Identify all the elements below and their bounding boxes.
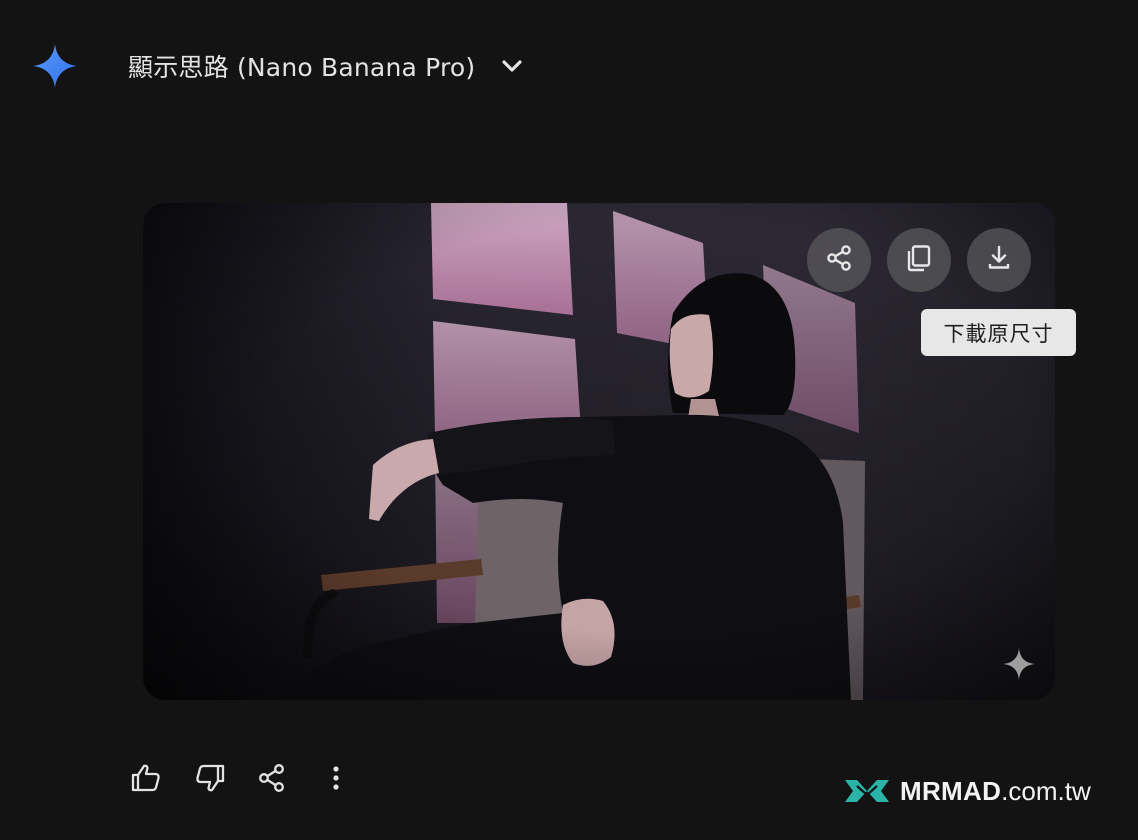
download-icon xyxy=(984,243,1014,277)
thumbs-down-icon xyxy=(193,761,227,799)
show-thinking-toggle[interactable]: 顯示思路 (Nano Banana Pro) xyxy=(128,44,525,88)
share-response-button[interactable] xyxy=(252,760,292,800)
mrmad-logo-icon xyxy=(843,776,891,806)
thinking-label: 顯示思路 (Nano Banana Pro) xyxy=(128,53,476,82)
share-image-button[interactable] xyxy=(807,228,871,292)
watermark-brand: MRMAD xyxy=(900,775,1002,806)
watermark-domain: .com.tw xyxy=(1001,775,1091,806)
more-vert-icon xyxy=(319,761,353,799)
copy-image-button[interactable] xyxy=(887,228,951,292)
generated-image-card[interactable] xyxy=(143,203,1055,700)
site-watermark: MRMAD.com.tw xyxy=(843,773,1091,809)
download-image-button[interactable] xyxy=(967,228,1031,292)
gemini-sparkle-icon xyxy=(31,42,79,90)
gemini-response-page: 顯示思路 (Nano Banana Pro) 下載原尺寸 MRMAD.com.t… xyxy=(0,0,1138,840)
share-icon xyxy=(255,761,289,799)
good-response-button[interactable] xyxy=(126,760,166,800)
copy-icon xyxy=(904,243,934,277)
share-icon xyxy=(824,243,854,277)
more-options-button[interactable] xyxy=(316,760,356,800)
sparkle-icon xyxy=(1002,647,1036,681)
bad-response-button[interactable] xyxy=(190,760,230,800)
thumbs-up-icon xyxy=(129,761,163,799)
download-tooltip: 下載原尺寸 xyxy=(921,309,1076,356)
chevron-down-icon xyxy=(499,53,525,79)
